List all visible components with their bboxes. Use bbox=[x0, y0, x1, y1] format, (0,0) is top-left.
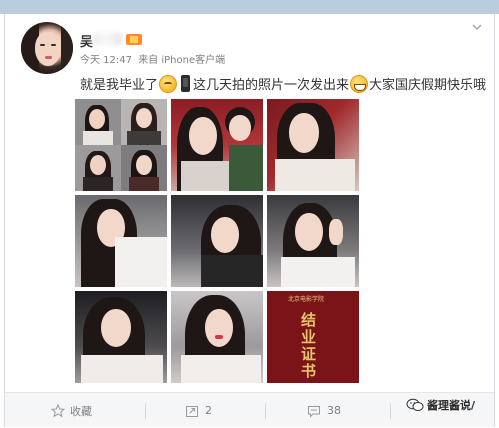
photo-7[interactable] bbox=[75, 291, 167, 383]
star-icon bbox=[51, 403, 65, 417]
photo-2[interactable] bbox=[171, 99, 263, 191]
chevron-down-icon[interactable] bbox=[470, 20, 484, 34]
post-source[interactable]: 来自 iPhone客户端 bbox=[138, 55, 225, 66]
phone-icon bbox=[181, 75, 191, 92]
comment-button[interactable]: 38 bbox=[307, 393, 341, 428]
watermark-text: 酱理酱说/ bbox=[427, 399, 476, 412]
grin-face-icon bbox=[350, 74, 369, 93]
photo-1[interactable] bbox=[75, 99, 167, 191]
avatar[interactable] bbox=[21, 22, 73, 74]
repost-icon bbox=[186, 405, 198, 417]
photo-4[interactable] bbox=[75, 195, 167, 287]
photo-8[interactable] bbox=[171, 291, 263, 383]
certificate-header: 北京电影学院 bbox=[288, 296, 325, 303]
divider bbox=[265, 403, 266, 419]
top-bar bbox=[0, 0, 499, 14]
blush-face-icon bbox=[159, 74, 178, 93]
watermark: 酱理酱说/ bbox=[406, 397, 475, 413]
post-meta: 今天 12:47 来自 iPhone客户端 bbox=[80, 51, 225, 66]
repost-button[interactable]: 2 bbox=[185, 393, 212, 428]
post-text-part-2: 这几天拍的照片一次发出来 bbox=[193, 78, 350, 93]
comment-count: 38 bbox=[327, 404, 341, 417]
wechat-icon bbox=[406, 398, 424, 411]
divider bbox=[390, 403, 391, 419]
favorite-button[interactable]: 收藏 bbox=[51, 393, 92, 428]
repost-count: 2 bbox=[205, 404, 212, 417]
post-text-part-1: 就是我毕业了 bbox=[80, 78, 159, 93]
photo-6[interactable] bbox=[267, 195, 359, 287]
post-time[interactable]: 今天 12:47 bbox=[80, 55, 132, 66]
vip-badge-icon[interactable] bbox=[126, 34, 142, 45]
photo-3[interactable] bbox=[267, 99, 359, 191]
photo-grid: 北京电影学院 结 业 证 书 bbox=[75, 99, 361, 384]
comment-icon bbox=[308, 405, 320, 418]
post-text-part-3: 大家国庆假期快乐哦 bbox=[369, 78, 487, 93]
photo-9-certificate[interactable]: 北京电影学院 结 业 证 书 bbox=[267, 291, 359, 383]
divider bbox=[145, 403, 146, 419]
photo-5[interactable] bbox=[171, 195, 263, 287]
favorite-label: 收藏 bbox=[70, 404, 92, 418]
certificate-char-4: 书 bbox=[301, 362, 317, 380]
post-text: 就是我毕业了 这几天拍的照片一次发出来 大家国庆假期快乐哦 bbox=[80, 74, 486, 93]
username-blurred bbox=[92, 33, 122, 45]
